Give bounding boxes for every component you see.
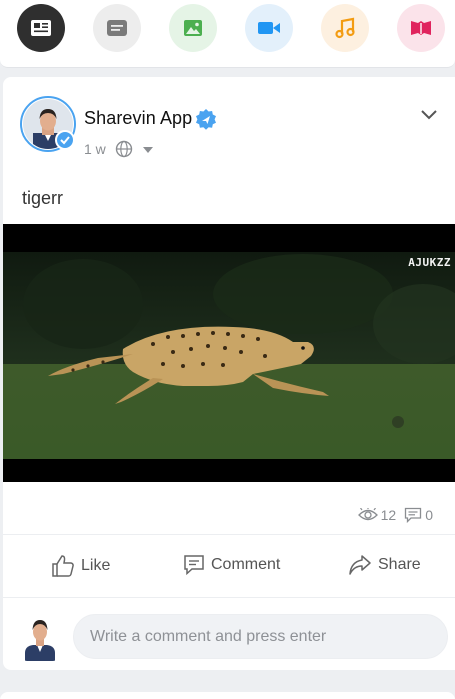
view-count: 12 (357, 507, 397, 523)
like-label: Like (81, 557, 111, 574)
author-name[interactable]: Sharevin App (84, 108, 192, 129)
like-button[interactable]: Like (51, 554, 110, 578)
type-photo-button[interactable] (169, 4, 217, 52)
post-stats: 12 0 (357, 507, 433, 523)
view-count-value: 12 (380, 507, 397, 523)
post-type-bar (0, 0, 455, 68)
share-icon (349, 555, 371, 575)
actions-bottom-divider (3, 597, 455, 598)
book-open-icon (411, 21, 431, 35)
post-text: tigerr (22, 188, 64, 208)
type-audio-button[interactable] (321, 4, 369, 52)
current-user-avatar[interactable] (23, 615, 57, 661)
actions-top-divider (3, 534, 455, 535)
comment-label: Comment (211, 556, 281, 573)
privacy-caret-icon[interactable] (143, 147, 153, 153)
image-icon (184, 20, 202, 36)
share-button[interactable]: Share (348, 554, 421, 576)
video-camera-icon (258, 22, 280, 34)
next-post-card (0, 692, 455, 699)
chevron-down-icon[interactable] (420, 109, 438, 121)
music-note-icon (335, 17, 355, 39)
video-watermark: AJUKZZ (408, 256, 451, 269)
post-card: Sharevin App 1 w tigerr AJUKZZ 12 0 Like… (3, 77, 455, 670)
comment-count-value: 0 (425, 507, 433, 523)
type-video-button[interactable] (245, 4, 293, 52)
verified-badge-icon (196, 109, 216, 130)
type-text-button[interactable] (93, 4, 141, 52)
globe-icon[interactable] (115, 140, 133, 158)
newspaper-icon (31, 20, 51, 36)
video-frame (3, 224, 455, 482)
share-label: Share (378, 556, 421, 573)
message-square-icon (107, 20, 127, 36)
comment-input[interactable] (73, 614, 448, 659)
comment-button[interactable]: Comment (183, 554, 280, 576)
comment-count[interactable]: 0 (404, 507, 433, 523)
post-time[interactable]: 1 w (84, 141, 106, 157)
type-ebook-button[interactable] (397, 4, 445, 52)
post-video[interactable]: AJUKZZ (3, 224, 455, 482)
current-user-avatar-image (23, 615, 57, 661)
type-article-button[interactable] (17, 4, 65, 52)
verified-small-icon (55, 130, 75, 150)
comment-count-icon (405, 507, 422, 523)
thumbs-up-icon (52, 555, 74, 577)
comment-icon (184, 555, 204, 576)
eye-icon (357, 508, 378, 521)
